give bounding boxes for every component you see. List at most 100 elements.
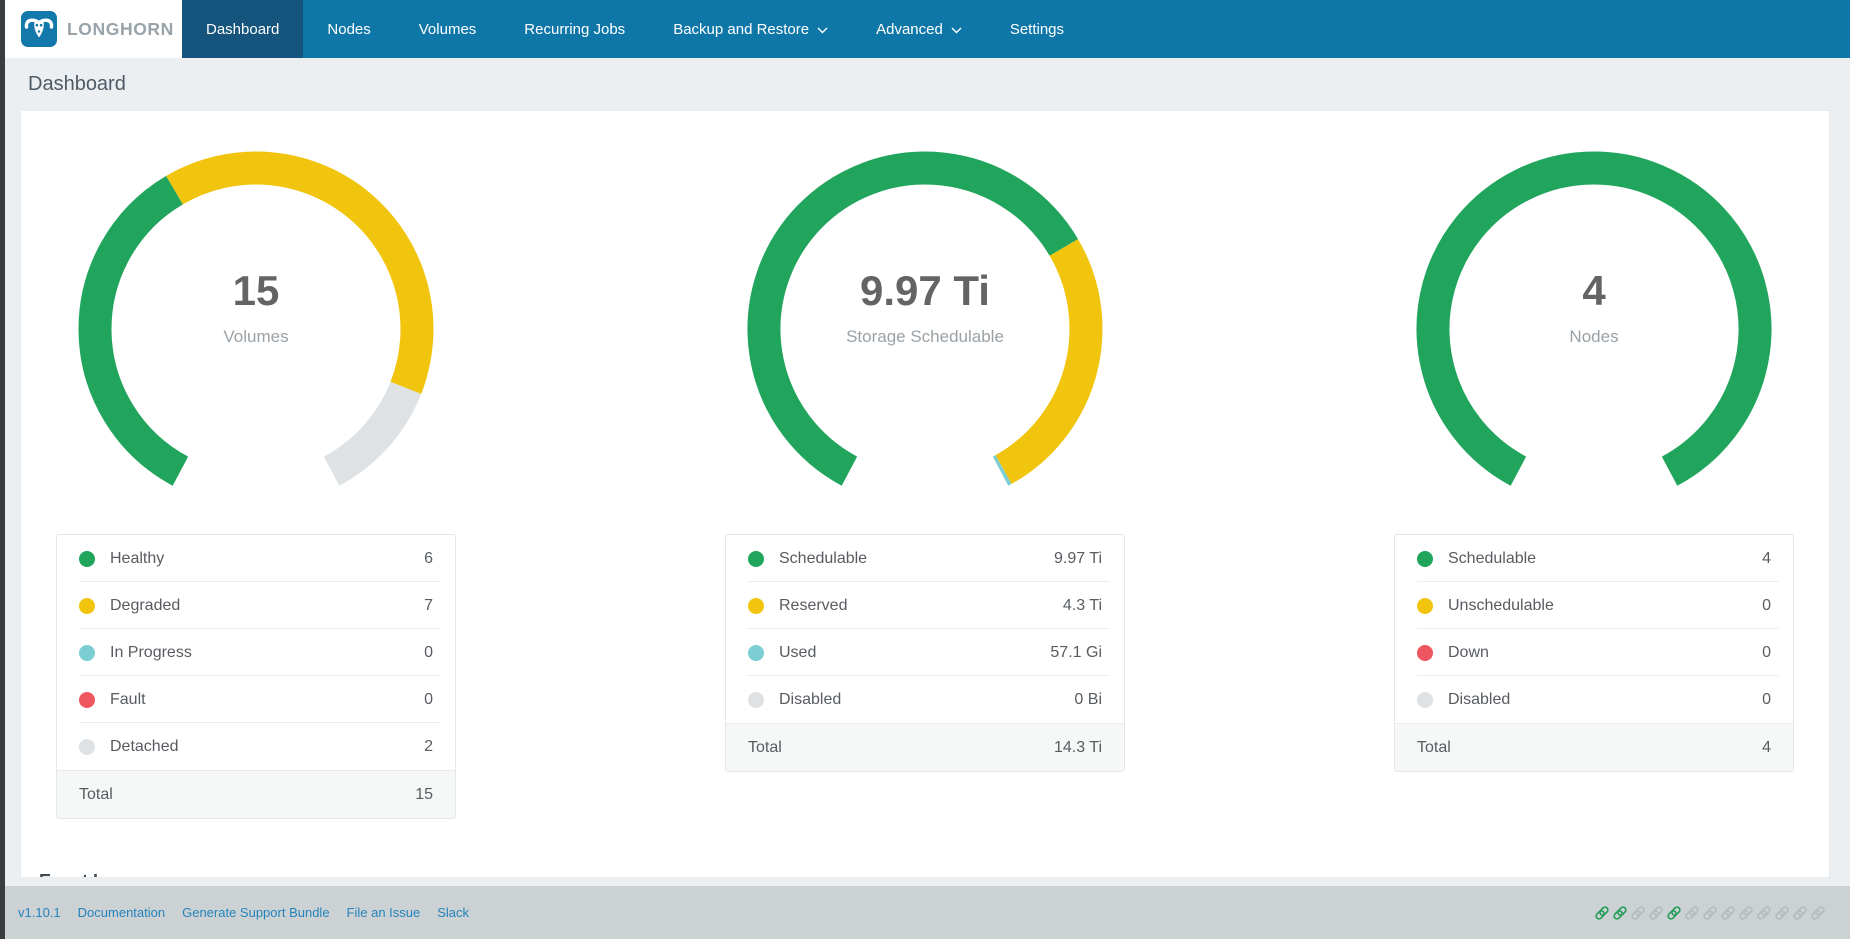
legend-total-row: Total15 [57,770,455,818]
nav-item-settings[interactable]: Settings [986,0,1088,58]
chain-link-icon [1810,905,1826,921]
chain-link-icon [1774,905,1790,921]
legend-table: Schedulable9.97 TiReserved4.3 TiUsed57.1… [725,534,1125,772]
legend-value: 9.97 Ti [1054,550,1102,568]
nav-item-volumes[interactable]: Volumes [395,0,501,58]
legend-label: Healthy [110,550,424,568]
legend-value: 0 [1762,691,1771,709]
page-title-bar: Dashboard [0,58,1850,110]
total-label: Total [1417,739,1762,757]
legend-label: Schedulable [779,550,1054,568]
footer-link-slack[interactable]: Slack [437,905,469,920]
legend-row-down: Down0 [1395,629,1793,676]
total-value: 4 [1762,739,1771,757]
footer-link-generate-support-bundle[interactable]: Generate Support Bundle [182,905,329,920]
nav-item-label: Recurring Jobs [524,21,625,38]
nav-item-backup-and-restore[interactable]: Backup and Restore [649,0,852,58]
legend-label: Fault [110,691,424,709]
event-log-heading: Event Log [39,871,1829,878]
legend-row-schedulable: Schedulable9.97 Ti [726,535,1124,582]
legend-dot-icon [748,598,764,614]
gauge-segment-schedulable [764,168,1064,471]
version-label: v1.10.1 [18,905,61,920]
legend-value: 57.1 Gi [1050,644,1102,662]
footer-bar: v1.10.1 Documentation Generate Support Bu… [0,886,1850,939]
legend-row-disabled: Disabled0 [1395,676,1793,723]
footer-link-documentation[interactable]: Documentation [78,905,165,920]
gauge-segment-reserved [1004,247,1086,469]
legend-dot-icon [79,598,95,614]
legend-label: Reserved [779,597,1063,615]
gauge-chart: 15Volumes [76,149,436,509]
nav-item-dashboard[interactable]: Dashboard [182,0,303,58]
legend-value: 4 [1762,550,1771,568]
legend-row-used: Used57.1 Gi [726,629,1124,676]
chain-link-icon [1792,905,1808,921]
longhorn-logo-icon [21,11,57,47]
legend-row-in-progress: In Progress0 [57,629,455,676]
brand-name: LONGHORN [67,19,174,40]
legend-label: Schedulable [1448,550,1762,568]
gauge-segment-used [1001,470,1004,472]
gauge-row: 15VolumesHealthy6Degraded7In Progress0Fa… [21,111,1829,819]
legend-dot-icon [748,551,764,567]
footer-links: v1.10.1 Documentation Generate Support Bu… [18,905,469,920]
gauge-segment-healthy [95,190,180,471]
nav-item-label: Volumes [419,21,477,38]
main-navigation: Dashboard Nodes Volumes Recurring Jobs Backu… [182,0,1088,58]
nav-item-nodes[interactable]: Nodes [303,0,394,58]
legend-row-detached: Detached2 [57,723,455,770]
chain-link-icon [1648,905,1664,921]
legend-value: 0 [1762,597,1771,615]
legend-dot-icon [748,645,764,661]
legend-table: Healthy6Degraded7In Progress0Fault0Detac… [56,534,456,819]
chain-link-icon [1666,905,1682,921]
legend-value: 0 [424,644,433,662]
legend-total-row: Total4 [1395,723,1793,771]
nav-item-label: Dashboard [206,21,279,38]
link-status-icons [1594,905,1826,921]
gauge-chart: 4Nodes [1414,149,1774,509]
total-value: 15 [415,786,433,804]
legend-dot-icon [1417,692,1433,708]
legend-dot-icon [79,739,95,755]
legend-row-healthy: Healthy6 [57,535,455,582]
total-label: Total [79,786,415,804]
legend-row-fault: Fault0 [57,676,455,723]
legend-label: Disabled [1448,691,1762,709]
legend-value: 2 [424,738,433,756]
legend-dot-icon [79,551,95,567]
legend-row-unschedulable: Unschedulable0 [1395,582,1793,629]
legend-dot-icon [79,645,95,661]
chain-link-icon [1684,905,1700,921]
chevron-down-icon [951,27,962,34]
legend-value: 6 [424,550,433,568]
gauge-panel-nodes: 4NodesSchedulable4Unschedulable0Down0Dis… [1394,149,1794,819]
legend-value: 4.3 Ti [1063,597,1102,615]
legend-value: 0 [424,691,433,709]
chain-link-icon [1738,905,1754,921]
legend-label: Disabled [779,691,1074,709]
legend-label: In Progress [110,644,424,662]
nav-item-advanced[interactable]: Advanced [852,0,986,58]
gauge-chart: 9.97 TiStorage Schedulable [745,149,1105,509]
nav-item-recurring-jobs[interactable]: Recurring Jobs [500,0,649,58]
chain-link-icon [1612,905,1628,921]
legend-label: Degraded [110,597,424,615]
gauge-panel-volumes: 15VolumesHealthy6Degraded7In Progress0Fa… [56,149,456,819]
gauge-segment-detached [332,388,406,471]
gauge-panel-storage-schedulable: 9.97 TiStorage Schedulable Schedulable9.9… [725,149,1125,819]
nav-item-label: Advanced [876,21,943,38]
legend-value: 7 [424,597,433,615]
legend-label: Used [779,644,1050,662]
window-left-edge [0,0,5,939]
legend-row-reserved: Reserved4.3 Ti [726,582,1124,629]
brand-link[interactable]: LONGHORN [0,0,182,58]
chevron-down-icon [817,27,828,34]
footer-link-file-an-issue[interactable]: File an Issue [347,905,421,920]
page-title: Dashboard [28,73,126,96]
legend-dot-icon [79,692,95,708]
legend-row-disabled: Disabled0 Bi [726,676,1124,723]
legend-dot-icon [748,692,764,708]
legend-row-schedulable: Schedulable4 [1395,535,1793,582]
